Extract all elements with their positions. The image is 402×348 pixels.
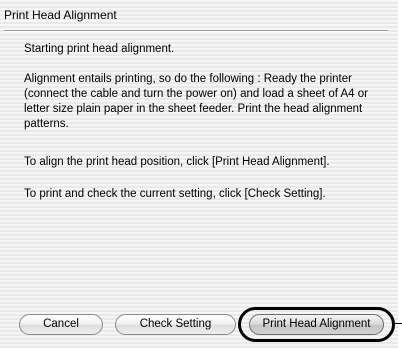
dialog-sheet: Print Head Alignment Starting print head… [0,0,398,348]
intro-message: Starting print head alignment. [24,43,175,55]
dialog-title: Print Head Alignment [4,8,117,22]
callout-leader-line [394,323,402,324]
title-divider [4,30,388,32]
check-setting-button[interactable]: Check Setting [115,314,236,335]
align-hint-message: To align the print head position, click … [24,156,330,168]
check-hint-message: To print and check the current setting, … [24,188,326,200]
instructions-message: Alignment entails printing, so do the fo… [24,73,368,130]
callout-highlight-ring [238,307,395,342]
cancel-button[interactable]: Cancel [19,314,103,335]
